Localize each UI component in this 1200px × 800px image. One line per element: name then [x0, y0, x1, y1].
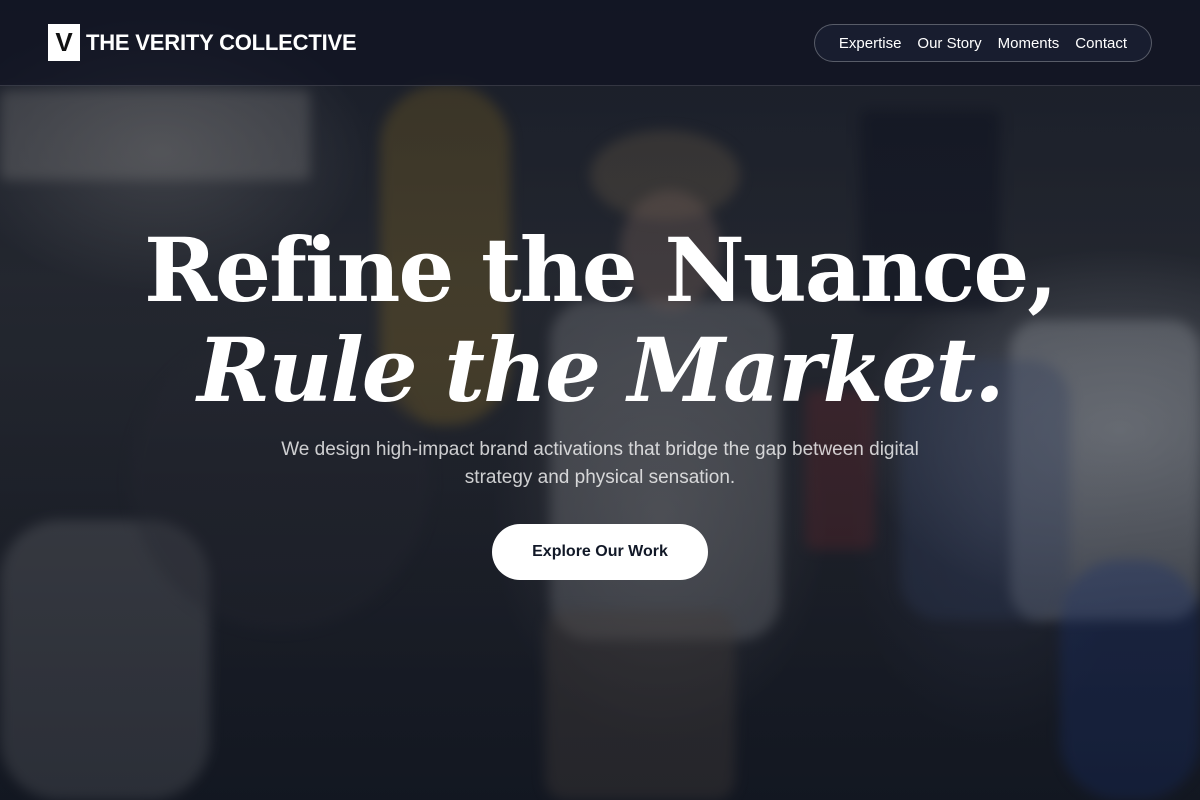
brand-logo[interactable]: V THE VERITY COLLECTIVE — [48, 24, 357, 61]
main-nav: Expertise Our Story Moments Contact — [813, 24, 1152, 62]
brand-name: THE VERITY COLLECTIVE — [86, 29, 357, 55]
hero-subtitle: We design high-impact brand activations … — [281, 439, 919, 488]
page: V THE VERITY COLLECTIVE Expertise Our St… — [0, 0, 1200, 800]
hero-headline-line1: Refine the Nuance, — [144, 218, 1058, 322]
nav-item-moments[interactable]: Moments — [998, 35, 1060, 52]
site-header: V THE VERITY COLLECTIVE Expertise Our St… — [0, 0, 1200, 86]
nav-item-contact[interactable]: Contact — [1075, 35, 1127, 52]
brand-mark: V — [48, 24, 80, 61]
explore-work-button[interactable]: Explore Our Work — [492, 524, 708, 580]
nav-item-expertise[interactable]: Expertise — [839, 35, 902, 52]
nav-item-our-story[interactable]: Our Story — [917, 35, 981, 52]
hero-headline: Refine the Nuance, Rule the Market. — [0, 220, 1200, 420]
hero-headline-line2: Rule the Market. — [197, 318, 1004, 422]
hero-section: Refine the Nuance, Rule the Market. We d… — [0, 220, 1200, 580]
